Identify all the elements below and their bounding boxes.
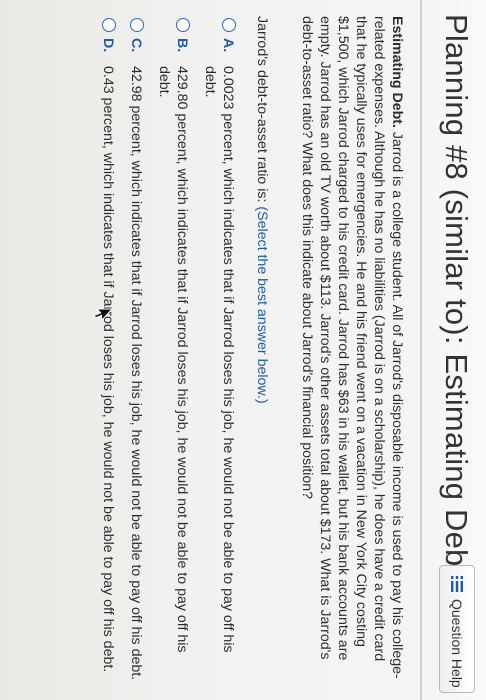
answer-option-a[interactable]: A. 0.0023 percent, which indicates that … xyxy=(201,16,237,686)
radio-button-a[interactable] xyxy=(222,18,236,32)
photo-viewport: Planning #8 (similar to): Estimating Deb… xyxy=(0,0,486,700)
answer-letter: B. xyxy=(174,38,190,53)
question-prompt: Jarrod's debt-to-asset ratio is: (Select… xyxy=(254,16,270,686)
answer-text: 42.98 percent, which indicates that if J… xyxy=(128,66,144,681)
problem-lead: Estimating Debt. xyxy=(389,16,405,128)
question-help-label: Question Help xyxy=(449,599,465,688)
question-help-button[interactable]: Question Help xyxy=(439,565,475,693)
answer-text: 0.43 percent, which indicates that if Ja… xyxy=(100,66,116,673)
answer-text: 0.0023 percent, which indicates that if … xyxy=(202,66,236,653)
answer-list: A. 0.0023 percent, which indicates that … xyxy=(99,16,237,686)
answer-letter: C. xyxy=(128,38,144,53)
prompt-text: Jarrod's debt-to-asset ratio is: xyxy=(254,16,270,203)
radio-button-c[interactable] xyxy=(130,18,144,32)
title-bar: Planning #8 (similar to): Estimating Deb… xyxy=(420,0,486,700)
answer-option-c[interactable]: C. 42.98 percent, which indicates that i… xyxy=(127,16,145,686)
list-icon xyxy=(450,576,463,592)
answer-option-d[interactable]: D. 0.43 percent, which indicates that if… xyxy=(99,16,117,686)
answer-letter: A. xyxy=(220,38,236,53)
answer-letter: D. xyxy=(100,38,116,53)
page-title: Planning #8 (similar to): Estimating Deb xyxy=(439,14,474,567)
radio-button-d[interactable] xyxy=(102,18,116,32)
problem-statement: Estimating Debt. Jarrod is a college stu… xyxy=(298,16,406,686)
answer-option-b[interactable]: B. 429.80 percent, which indicates that … xyxy=(155,16,191,686)
mouse-pointer-icon xyxy=(93,308,113,322)
question-screen: Planning #8 (similar to): Estimating Deb… xyxy=(0,0,486,700)
answer-text: 429.80 percent, which indicates that if … xyxy=(156,66,190,653)
radio-button-b[interactable] xyxy=(176,18,190,32)
question-content: Estimating Debt. Jarrod is a college stu… xyxy=(89,16,406,686)
prompt-instruction: (Select the best answer below.) xyxy=(254,206,270,404)
